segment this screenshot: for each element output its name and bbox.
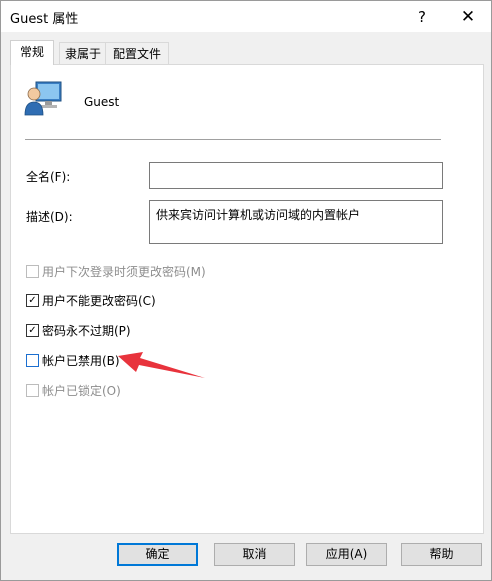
close-icon: ✕ bbox=[460, 6, 476, 27]
close-button[interactable]: ✕ bbox=[445, 1, 491, 32]
checkbox[interactable]: ✓ bbox=[26, 294, 39, 307]
fullname-input[interactable] bbox=[149, 162, 443, 189]
tab-member-of[interactable]: 隶属于 bbox=[59, 42, 107, 65]
checkbox[interactable] bbox=[26, 384, 39, 397]
option-account-locked[interactable]: 帐户已锁定(O) bbox=[26, 382, 121, 399]
description-input[interactable]: 供来宾访问计算机或访问域的内置帐户 bbox=[149, 200, 443, 244]
properties-dialog: Guest 属性 ? ✕ 常规 隶属于 配置文件 Guest 全名(F): 描述… bbox=[0, 0, 492, 581]
option-label: 用户下次登录时须更改密码(M) bbox=[42, 265, 206, 279]
username-label: Guest bbox=[84, 95, 120, 109]
help-dialog-button[interactable]: 帮助 bbox=[401, 543, 482, 566]
divider bbox=[25, 139, 441, 140]
description-label: 描述(D): bbox=[26, 210, 73, 224]
fullname-label: 全名(F): bbox=[26, 170, 71, 184]
option-label: 帐户已禁用(B) bbox=[42, 354, 120, 368]
general-panel: Guest 全名(F): 描述(D): 供来宾访问计算机或访问域的内置帐户 用户… bbox=[10, 64, 484, 534]
checkbox[interactable] bbox=[26, 354, 39, 367]
title-bar[interactable]: Guest 属性 ? ✕ bbox=[1, 1, 491, 32]
cancel-button[interactable]: 取消 bbox=[214, 543, 295, 566]
help-button[interactable]: ? bbox=[399, 1, 445, 32]
checkbox[interactable] bbox=[26, 265, 39, 278]
tab-profile[interactable]: 配置文件 bbox=[105, 42, 169, 65]
question-icon: ? bbox=[418, 7, 426, 26]
option-label: 密码永不过期(P) bbox=[42, 324, 131, 338]
option-label: 帐户已锁定(O) bbox=[42, 384, 121, 398]
window-title: Guest 属性 bbox=[10, 12, 79, 27]
checkbox[interactable]: ✓ bbox=[26, 324, 39, 337]
ok-button[interactable]: 确定 bbox=[117, 543, 198, 566]
option-label: 用户不能更改密码(C) bbox=[42, 294, 156, 308]
tab-general[interactable]: 常规 bbox=[10, 40, 54, 65]
apply-button[interactable]: 应用(A) bbox=[306, 543, 387, 566]
option-change-password-next-logon[interactable]: 用户下次登录时须更改密码(M) bbox=[26, 263, 206, 280]
option-password-never-expires[interactable]: ✓ 密码永不过期(P) bbox=[26, 322, 131, 339]
option-account-disabled[interactable]: 帐户已禁用(B) bbox=[26, 352, 120, 369]
option-cannot-change-password[interactable]: ✓ 用户不能更改密码(C) bbox=[26, 292, 156, 309]
user-monitor-icon bbox=[24, 81, 62, 116]
